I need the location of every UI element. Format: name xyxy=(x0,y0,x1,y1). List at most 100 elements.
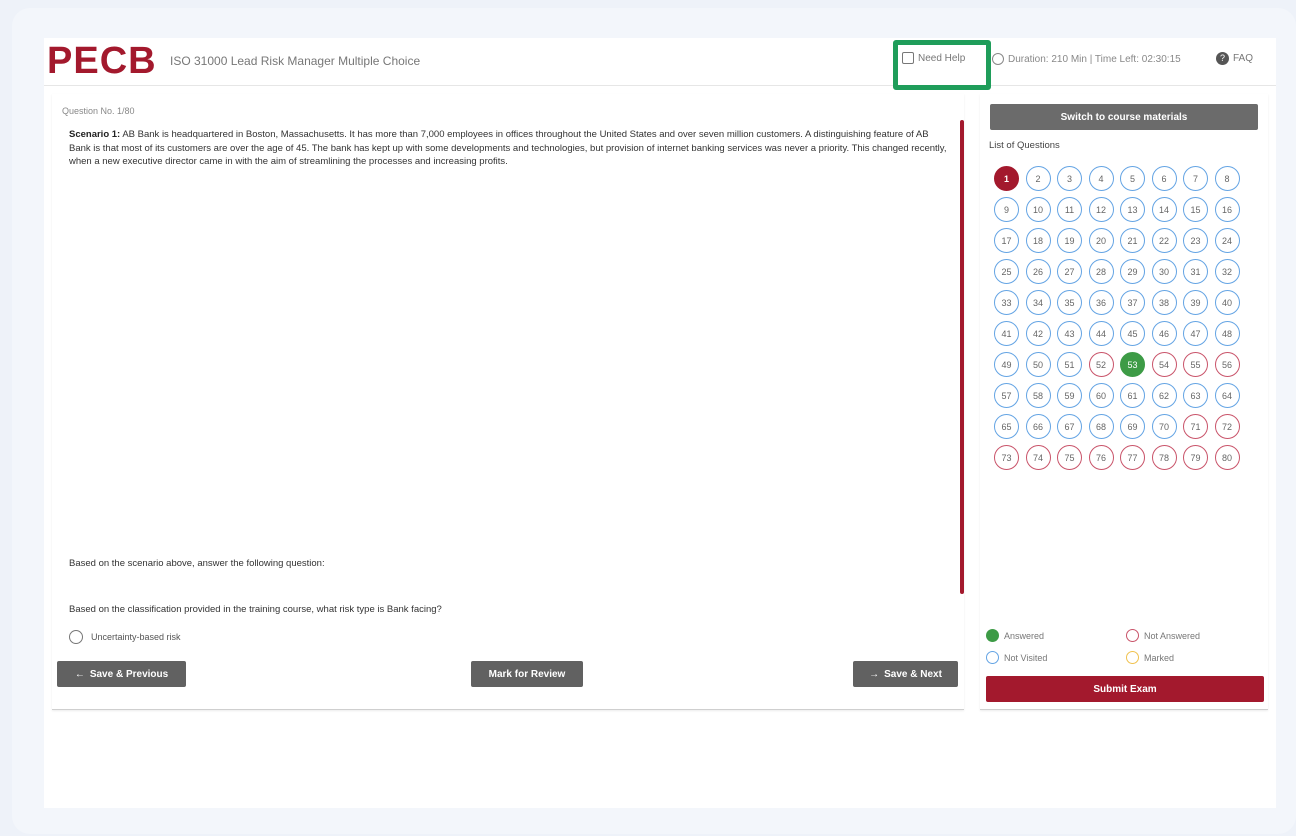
question-button-16[interactable]: 16 xyxy=(1214,197,1240,222)
question-button-61[interactable]: 61 xyxy=(1120,383,1145,408)
question-button-27[interactable]: 27 xyxy=(1057,259,1082,284)
question-button-59[interactable]: 59 xyxy=(1057,383,1082,408)
question-button-9[interactable]: 9 xyxy=(994,197,1019,222)
question-button-35[interactable]: 35 xyxy=(1057,290,1082,315)
question-button-21[interactable]: 21 xyxy=(1120,228,1145,253)
question-button-44[interactable]: 44 xyxy=(1088,321,1114,346)
question-button-75[interactable]: 75 xyxy=(1057,445,1082,470)
question-button-12[interactable]: 12 xyxy=(1088,197,1114,222)
question-button-39[interactable]: 39 xyxy=(1183,290,1208,315)
question-button-53[interactable]: 53 xyxy=(1120,352,1145,377)
question-button-67[interactable]: 67 xyxy=(1057,414,1082,439)
question-button-71[interactable]: 71 xyxy=(1183,414,1208,439)
question-button-54[interactable]: 54 xyxy=(1151,352,1177,377)
question-button-76[interactable]: 76 xyxy=(1088,445,1114,470)
question-button-51[interactable]: 51 xyxy=(1057,352,1082,377)
scenario-label: Scenario 1: xyxy=(69,129,121,140)
exam-title: ISO 31000 Lead Risk Manager Multiple Cho… xyxy=(170,54,421,68)
question-button-50[interactable]: 50 xyxy=(1025,352,1051,377)
mark-for-review-button[interactable]: Mark for Review xyxy=(471,661,583,687)
question-button-72[interactable]: 72 xyxy=(1214,414,1240,439)
question-button-22[interactable]: 22 xyxy=(1151,228,1177,253)
not-visited-dot-icon xyxy=(986,651,999,664)
question-button-10[interactable]: 10 xyxy=(1025,197,1051,222)
radio-button[interactable] xyxy=(69,630,83,644)
question-button-48[interactable]: 48 xyxy=(1214,321,1240,346)
question-button-4[interactable]: 4 xyxy=(1088,166,1114,191)
question-button-52[interactable]: 52 xyxy=(1088,352,1114,377)
question-button-45[interactable]: 45 xyxy=(1120,321,1145,346)
question-button-70[interactable]: 70 xyxy=(1151,414,1177,439)
question-button-68[interactable]: 68 xyxy=(1088,414,1114,439)
question-button-43[interactable]: 43 xyxy=(1057,321,1082,346)
question-button-69[interactable]: 69 xyxy=(1120,414,1145,439)
question-grid: 1 2 3 4 5 6 7 8 9 10 11 12 13 14 15 16 17 18 19 20 21 22 23 24 2… xyxy=(994,166,1246,476)
exam-timer: Duration: 210 Min | Time Left: 02:30:15 xyxy=(992,53,1181,65)
save-next-button[interactable]: → Save & Next xyxy=(853,661,958,687)
switch-materials-button[interactable]: Switch to course materials xyxy=(990,104,1258,130)
question-button-57[interactable]: 57 xyxy=(994,383,1019,408)
question-button-14[interactable]: 14 xyxy=(1151,197,1177,222)
submit-exam-button[interactable]: Submit Exam xyxy=(986,676,1264,702)
question-button-26[interactable]: 26 xyxy=(1025,259,1051,284)
question-button-15[interactable]: 15 xyxy=(1183,197,1208,222)
save-previous-label: Save & Previous xyxy=(89,668,169,680)
question-button-17[interactable]: 17 xyxy=(994,228,1019,253)
question-button-56[interactable]: 56 xyxy=(1214,352,1240,377)
question-button-49[interactable]: 49 xyxy=(994,352,1019,377)
question-button-63[interactable]: 63 xyxy=(1183,383,1208,408)
question-button-55[interactable]: 55 xyxy=(1183,352,1208,377)
question-button-2[interactable]: 2 xyxy=(1025,166,1051,191)
save-previous-button[interactable]: ← Save & Previous xyxy=(57,661,186,687)
question-button-37[interactable]: 37 xyxy=(1120,290,1145,315)
faq-link[interactable]: ? FAQ xyxy=(1216,52,1253,65)
question-button-38[interactable]: 38 xyxy=(1151,290,1177,315)
save-next-label: Save & Next xyxy=(884,668,942,680)
question-button-60[interactable]: 60 xyxy=(1088,383,1114,408)
question-button-58[interactable]: 58 xyxy=(1025,383,1051,408)
question-button-5[interactable]: 5 xyxy=(1120,166,1145,191)
question-button-65[interactable]: 65 xyxy=(994,414,1019,439)
question-button-8[interactable]: 8 xyxy=(1214,166,1240,191)
question-button-13[interactable]: 13 xyxy=(1120,197,1145,222)
question-button-6[interactable]: 6 xyxy=(1151,166,1177,191)
question-button-47[interactable]: 47 xyxy=(1183,321,1208,346)
question-button-11[interactable]: 11 xyxy=(1057,197,1082,222)
question-button-23[interactable]: 23 xyxy=(1183,228,1208,253)
question-button-30[interactable]: 30 xyxy=(1151,259,1177,284)
scrollbar[interactable] xyxy=(960,120,964,594)
question-button-29[interactable]: 29 xyxy=(1120,259,1145,284)
question-button-28[interactable]: 28 xyxy=(1088,259,1114,284)
question-button-80[interactable]: 80 xyxy=(1214,445,1240,470)
header: PECB ISO 31000 Lead Risk Manager Multipl… xyxy=(44,38,1276,90)
question-button-62[interactable]: 62 xyxy=(1151,383,1177,408)
question-button-20[interactable]: 20 xyxy=(1088,228,1114,253)
question-button-79[interactable]: 79 xyxy=(1183,445,1208,470)
question-button-25[interactable]: 25 xyxy=(994,259,1019,284)
question-button-3[interactable]: 3 xyxy=(1057,166,1082,191)
question-button-66[interactable]: 66 xyxy=(1025,414,1051,439)
question-button-7[interactable]: 7 xyxy=(1183,166,1208,191)
question-button-40[interactable]: 40 xyxy=(1214,290,1240,315)
arrow-right-icon: → xyxy=(869,668,880,680)
question-button-19[interactable]: 19 xyxy=(1057,228,1082,253)
question-button-46[interactable]: 46 xyxy=(1151,321,1177,346)
question-button-36[interactable]: 36 xyxy=(1088,290,1114,315)
question-button-64[interactable]: 64 xyxy=(1214,383,1240,408)
question-button-32[interactable]: 32 xyxy=(1214,259,1240,284)
question-button-18[interactable]: 18 xyxy=(1025,228,1051,253)
question-button-31[interactable]: 31 xyxy=(1183,259,1208,284)
arrow-left-icon: ← xyxy=(74,668,85,680)
answer-option[interactable]: Uncertainty-based risk xyxy=(69,630,181,644)
question-button-34[interactable]: 34 xyxy=(1025,290,1051,315)
question-button-74[interactable]: 74 xyxy=(1025,445,1051,470)
question-button-73[interactable]: 73 xyxy=(994,445,1019,470)
question-button-24[interactable]: 24 xyxy=(1214,228,1240,253)
question-button-33[interactable]: 33 xyxy=(994,290,1019,315)
question-button-41[interactable]: 41 xyxy=(994,321,1019,346)
question-button-77[interactable]: 77 xyxy=(1120,445,1145,470)
question-button-78[interactable]: 78 xyxy=(1151,445,1177,470)
legend-not-answered-label: Not Answered xyxy=(1144,630,1201,641)
question-button-42[interactable]: 42 xyxy=(1025,321,1051,346)
question-button-1[interactable]: 1 xyxy=(994,166,1019,191)
